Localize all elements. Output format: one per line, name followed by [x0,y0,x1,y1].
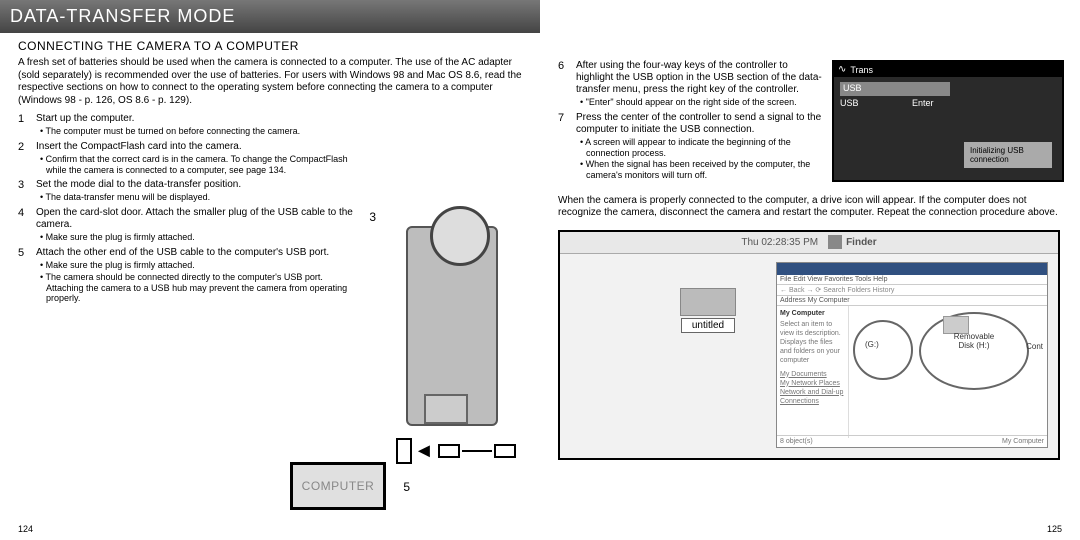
lcd-enter-label: Enter [912,98,934,108]
diagram-callout-3: 3 [369,210,376,224]
page-right: 6 After using the four-way keys of the c… [540,0,1080,540]
highlight-ring-h [919,312,1029,390]
desktop-screenshots: Thu 02:28:35 PM Finder untitled File Edi… [558,230,1060,460]
win-toolbar: ← Back → ⟳ Search Folders History [777,285,1047,296]
steps-left: 1 Start up the computer. • The computer … [18,113,358,304]
step-4: 4 Open the card-slot door. Attach the sm… [18,207,358,243]
step-3: 3 Set the mode dial to the data-transfer… [18,179,358,203]
mac-menubar: Thu 02:28:35 PM Finder [560,232,1058,254]
camera-lcd: ∿Trans USB USB Enter Initializing USB co… [832,60,1064,182]
win-statusbar: 8 object(s) My Computer [777,435,1047,447]
transfer-icon: ∿ [838,64,846,75]
win-menubar: File Edit View Favorites Tools Help [777,275,1047,285]
win-addressbar: Address My Computer [777,296,1047,306]
step-1: 1 Start up the computer. • The computer … [18,113,358,137]
section-subtitle: CONNECTING THE CAMERA TO A COMPUTER [18,39,524,53]
step-5: 5 Attach the other end of the USB cable … [18,247,358,304]
page-title-bar: DATA-TRANSFER MODE [0,0,540,33]
camera-diagram: ◄ [396,210,516,480]
page-left: DATA-TRANSFER MODE CONNECTING THE CAMERA… [0,0,540,540]
intro-paragraph: A fresh set of batteries should be used … [18,57,524,107]
mode-dial-icon [430,206,490,266]
win-drive-pane: (G:) Removable Disk (H:) Cont [849,306,1047,438]
lcd-toast: Initializing USB connection [964,142,1052,168]
diagram-callout-5: 5 [403,480,410,494]
highlight-ring-g [853,320,913,380]
mac-drive-icon: untitled [680,288,736,331]
lcd-selected-usb: USB [840,82,950,96]
step-6: 6 After using the four-way keys of the c… [558,60,824,108]
windows-explorer: File Edit View Favorites Tools Help ← Ba… [776,262,1048,448]
after-paragraph: When the camera is properly connected to… [558,195,1064,220]
page-num-right: 125 [1047,524,1062,534]
win-sidebar: My Computer Select an item to view its d… [777,306,849,438]
step-2: 2 Insert the CompactFlash card into the … [18,141,358,176]
lcd-item-usb: USB [840,98,859,108]
usb-cable-icon: ◄ [396,436,516,466]
page-num-left: 124 [18,524,33,534]
card-slot-icon [424,394,468,424]
removable-drive-icon [680,288,736,316]
finder-icon [828,235,842,249]
step-7: 7 Press the center of the controller to … [558,112,824,181]
win-titlebar [777,263,1047,275]
computer-box: COMPUTER [290,462,386,510]
